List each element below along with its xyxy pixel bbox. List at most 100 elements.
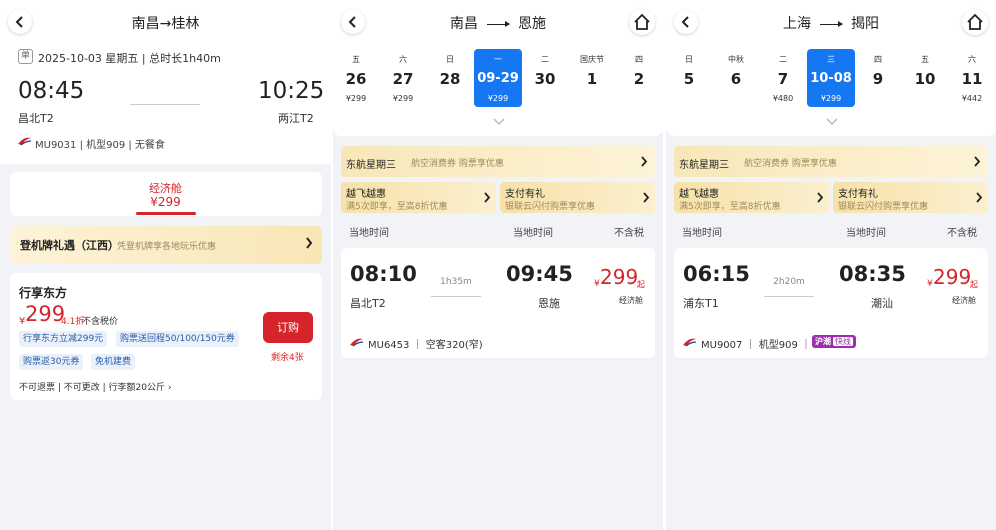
day-number: 09-29: [477, 71, 519, 86]
boarding-pass-banner[interactable]: 登机牌礼遇（江西） 凭登机牌享各地玩乐优惠: [10, 226, 322, 264]
flight-duration: 1h35m: [440, 277, 472, 287]
chevron-right-icon: [976, 192, 983, 203]
benefit-chip: 购票送回程50/100/150元券: [116, 331, 239, 347]
departure-terminal: 昌北T2: [18, 112, 54, 125]
weekday-label: 五: [352, 55, 360, 64]
price-currency: ¥: [594, 279, 600, 289]
destination-city: 揭阳: [851, 16, 879, 32]
date-cell[interactable]: 日5: [668, 49, 710, 107]
banner-title: 登机牌礼遇（江西）: [20, 239, 119, 252]
arrival-terminal: 恩施: [538, 297, 560, 310]
duration-line: [764, 296, 814, 297]
promo-title: 越飞越惠: [346, 189, 386, 200]
day-number: 1: [586, 70, 598, 88]
column-header-dep: 当地时间: [349, 228, 389, 239]
promo-card-frequent-flyer[interactable]: 越飞越惠 满5次即享，至高8折优惠: [674, 182, 829, 213]
flight-meta: MU6453 ｜ 空客320(窄): [368, 340, 483, 351]
route-arrow: [820, 20, 843, 27]
date-cell[interactable]: 六 11 ¥442: [951, 49, 993, 107]
buy-button[interactable]: 订购: [263, 312, 313, 343]
weekday-label: 国庆节: [580, 55, 604, 64]
flight-price: 299: [600, 265, 639, 289]
cabin-tab-label[interactable]: 经济舱: [0, 180, 331, 196]
airline-logo-icon: [18, 137, 31, 146]
route-title: 南昌 恩施: [333, 13, 663, 33]
date-cell-selected[interactable]: 一 09-29 ¥299: [474, 49, 522, 107]
departure-terminal: 昌北T2: [350, 297, 386, 310]
date-cell[interactable]: 日 28: [429, 49, 471, 107]
day-price: ¥299: [487, 94, 509, 103]
promo-card-payment[interactable]: 支付有礼 银联云闪付购票享优惠: [500, 182, 655, 213]
day-number: 27: [392, 70, 414, 88]
weekday-label: 五: [921, 55, 929, 64]
flight-meta: MU9007 ｜ 机型909 ｜: [701, 340, 812, 351]
chevron-right-icon: [641, 156, 648, 167]
top-bar: 上海 揭阳: [666, 0, 996, 44]
column-header-arr: 当地时间: [513, 228, 553, 239]
arrival-time: 08:35: [839, 262, 906, 286]
benefit-chip: 行享东方立减299元: [19, 331, 108, 347]
destination-city: 恩施: [518, 16, 546, 32]
day-number: 7: [777, 70, 789, 88]
date-cell[interactable]: 二 30: [524, 49, 566, 107]
chevron-right-icon: [484, 192, 491, 203]
day-number: 6: [730, 70, 742, 88]
weekday-label: 二: [779, 55, 787, 64]
weekday-label: 六: [968, 55, 976, 64]
promo-card-payment[interactable]: 支付有礼 银联云闪付购票享优惠: [833, 182, 988, 213]
promo-banner-wednesday[interactable]: 东航星期三 航空消费券 购票享优惠: [674, 146, 988, 177]
day-price: ¥299: [392, 94, 414, 103]
date-cell[interactable]: 四2: [618, 49, 660, 107]
chevron-right-icon: [306, 237, 313, 249]
home-button[interactable]: [629, 9, 655, 35]
date-cell[interactable]: 六 27 ¥299: [382, 49, 424, 107]
departure-terminal: 浦东T1: [683, 297, 719, 310]
benefit-chip: 免机建费: [91, 354, 136, 370]
date-cell[interactable]: 国庆节 1: [571, 49, 613, 107]
arrival-time: 09:45: [506, 262, 573, 286]
promo-card-frequent-flyer[interactable]: 越飞越惠 满5次即享，至高8折优惠: [341, 182, 496, 213]
date-cell[interactable]: 五 10: [904, 49, 946, 107]
route-title: 上海 揭阳: [666, 13, 996, 33]
promo-banner-wednesday[interactable]: 东航星期三 航空消费券 购票享优惠: [341, 146, 655, 177]
promo-subtitle: 航空消费券 购票享优惠: [744, 159, 837, 169]
chevron-right-icon: [643, 192, 650, 203]
promo-subtitle: 满5次即享，至高8折优惠: [679, 202, 781, 212]
origin-city: 南昌: [450, 16, 478, 32]
arrival-terminal: 潮汕: [871, 297, 893, 310]
chevron-down-icon[interactable]: [826, 118, 838, 126]
flight-list-panel-nanchang-enshi: 南昌 恩施 五 26 ¥299 六 27 ¥299 日 28 一 09-29 ¥299 二 30 …: [333, 0, 663, 530]
weekday-label: 六: [399, 55, 407, 64]
date-cell[interactable]: 二 7 ¥480: [762, 49, 804, 107]
flight-list-panel-shanghai-jieyang: 上海 揭阳 日5 中秋 6 二 7 ¥480 三 10-08 ¥299 四9 五 10 六 11…: [666, 0, 996, 530]
seats-remaining: 剩余4张: [271, 353, 304, 363]
origin-city: 上海: [783, 16, 811, 32]
day-number: 9: [872, 70, 884, 88]
flight-detail-panel: 南昌→桂林 单 2025-10-03 星期五 | 总时长1h40m 08:45 …: [0, 0, 331, 530]
home-icon: [967, 13, 983, 30]
tax-note: 不含税价: [82, 317, 119, 327]
date-cell[interactable]: 五 26 ¥299: [335, 49, 377, 107]
top-bar: 南昌 恩施: [333, 0, 663, 44]
day-number: 10-08: [810, 71, 852, 86]
date-cell-selected[interactable]: 三 10-08 ¥299: [807, 49, 855, 107]
top-bar: 南昌→桂林: [0, 0, 331, 44]
day-price: ¥299: [820, 94, 842, 103]
date-cell[interactable]: 中秋 6: [715, 49, 757, 107]
home-button[interactable]: [962, 9, 988, 35]
chevron-down-icon[interactable]: [493, 118, 505, 126]
route-arrow: [487, 20, 510, 27]
cabin-class: 经济舱: [952, 296, 976, 305]
product-name: 行享东方: [19, 286, 68, 300]
weekday-label: 四: [874, 55, 882, 64]
duration-line: [130, 104, 200, 105]
day-price: ¥299: [345, 94, 367, 103]
weekday-label: 日: [685, 55, 693, 64]
promo-title: 支付有礼: [505, 189, 545, 200]
date-cell[interactable]: 四9: [857, 49, 899, 107]
fare-rules-link[interactable]: 不可退票 | 不可更改 | 行李额20公斤 ›: [19, 380, 171, 393]
airline-logo-icon: [683, 338, 696, 347]
badge-express: 快线: [833, 337, 853, 346]
cabin-tab-indicator: [136, 212, 196, 215]
flight-price: 299: [933, 265, 972, 289]
